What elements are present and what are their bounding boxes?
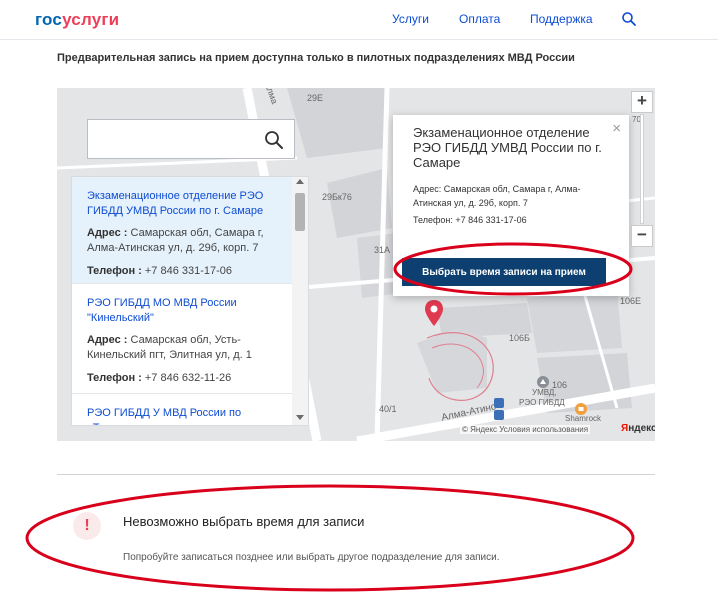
top-bar: госуслуги Услуги Оплата Поддержка: [0, 0, 718, 40]
nav-payment-link[interactable]: Оплата: [459, 12, 500, 26]
scroll-down-arrow-icon[interactable]: [296, 415, 304, 420]
office-map[interactable]: 29Е 29Бк76 31А 106Е 106Б 106 40/1 Алма-А…: [57, 88, 655, 441]
map-label: 106Е: [620, 296, 642, 306]
choose-time-button[interactable]: Выбрать время записи на прием: [402, 258, 606, 286]
address-label: Адрес :: [87, 227, 128, 239]
bus-stop-icon: [494, 410, 504, 420]
pilot-notice: Предварительная запись на прием доступна…: [57, 52, 575, 64]
yandex-logo-rest: ндекс: [628, 423, 655, 434]
map-label: 40/1: [379, 404, 397, 414]
map-pin-icon[interactable]: [425, 300, 443, 326]
office-address: Адрес : Самарская обл, Самара г, Алма-Ат…: [87, 226, 280, 256]
map-label: 106Б: [509, 333, 530, 343]
map-label: 31А: [374, 245, 391, 255]
popup-title: Экзаменационное отделение РЭО ГИБДД УМВД…: [413, 125, 602, 170]
office-title-link[interactable]: Экзаменационное отделение РЭО ГИБДД УМВД…: [87, 189, 280, 219]
phone-value: +7 846 331-17-06: [144, 265, 233, 277]
map-search-input[interactable]: [88, 120, 258, 158]
office-address: Адрес : Самарская обл, Усть-Кинельский п…: [87, 333, 280, 363]
office-phone: Телефон : +7 846 632-11-26: [87, 371, 280, 386]
logo-uslugi-text: услуги: [62, 10, 120, 29]
office-list-item-selected[interactable]: Экзаменационное отделение РЭО ГИБДД УМВД…: [72, 177, 294, 284]
map-poi-label: РЭО ГИБДД: [519, 398, 565, 407]
office-phone: Телефон : +7 846 331-17-06: [87, 264, 280, 279]
bus-stop-icon: [494, 398, 504, 408]
map-label: 29Бк76: [322, 192, 352, 202]
scroll-thumb[interactable]: [295, 193, 305, 231]
annotation-ellipse: [25, 484, 635, 592]
list-scrollbar[interactable]: [292, 177, 308, 425]
logo-gos-text: гос: [35, 10, 63, 29]
map-label: 29Е: [307, 93, 324, 103]
zoom-in-button[interactable]: +: [631, 91, 653, 113]
map-poi-label: УМВД,: [532, 388, 557, 397]
police-marker-icon: [537, 376, 549, 388]
office-list-item[interactable]: РЭО ГИБДД У МВД России по г.Тольятти: [72, 394, 294, 425]
search-icon[interactable]: [264, 130, 284, 150]
office-title-link[interactable]: РЭО ГИБДД У МВД России по г.Тольятти: [87, 406, 280, 425]
search-icon[interactable]: [621, 11, 637, 27]
phone-label: Телефон :: [87, 265, 142, 277]
yandex-logo: Яндекс: [621, 423, 655, 434]
phone-value: +7 846 632-11-26: [144, 372, 232, 384]
office-list: Экзаменационное отделение РЭО ГИБДД УМВД…: [71, 176, 309, 426]
close-icon[interactable]: ×: [612, 120, 621, 137]
error-icon: !: [73, 512, 101, 540]
office-title-link[interactable]: РЭО ГИБДД МО МВД России "Кинельский": [87, 296, 280, 326]
office-list-item[interactable]: РЭО ГИБДД МО МВД России "Кинельский" Адр…: [72, 284, 294, 394]
popup-phone: Телефон: +7 846 331-17-06: [413, 215, 527, 225]
section-divider: [57, 474, 655, 475]
zoom-out-button[interactable]: −: [631, 225, 653, 247]
address-label: Адрес :: [87, 334, 128, 346]
nav-support-link[interactable]: Поддержка: [530, 12, 593, 26]
error-text: Попробуйте записаться позднее или выбрат…: [123, 552, 500, 563]
nav-services-link[interactable]: Услуги: [392, 12, 429, 26]
map-search-box[interactable]: [87, 119, 295, 159]
gosuslugi-logo[interactable]: госуслуги: [35, 10, 119, 30]
scroll-up-arrow-icon[interactable]: [296, 179, 304, 184]
cafe-marker-icon: [575, 403, 587, 415]
zoom-slider[interactable]: [640, 114, 644, 224]
error-title: Невозможно выбрать время для записи: [123, 514, 365, 529]
map-poi-label: Shamrock: [565, 414, 602, 423]
map-copyright[interactable]: © Яндекс Условия использования: [460, 425, 591, 434]
office-popup: Экзаменационное отделение РЭО ГИБДД УМВД…: [393, 115, 629, 296]
phone-label: Телефон :: [87, 372, 142, 384]
popup-address: Адрес: Самарская обл, Самара г, Алма-Ати…: [413, 184, 581, 208]
